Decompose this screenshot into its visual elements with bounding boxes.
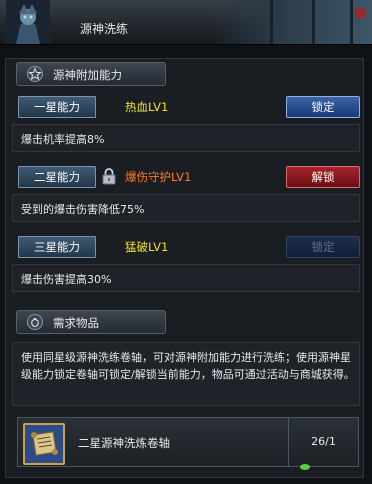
- section-title-abilities: 源神附加能力: [53, 68, 122, 82]
- ability-description-3: 爆击伤害提高30%: [12, 264, 360, 292]
- window-title: 源神洗练: [80, 22, 129, 36]
- unlock-button-2[interactable]: 解锁: [286, 166, 360, 188]
- ability-name-3: 猛破LV1: [125, 240, 169, 254]
- background-scene: [212, 0, 372, 44]
- description-text-1: 爆击机率提高8%: [21, 133, 105, 146]
- padlock-icon: [102, 168, 116, 185]
- description-text-3: 爆击伤害提高30%: [21, 273, 112, 286]
- lock-button-3: 锁定: [286, 236, 360, 258]
- ability-name-2: 爆伤守护LV1: [125, 170, 192, 184]
- character-portrait: [6, 0, 50, 44]
- section-header-requirements: 需求物品: [16, 310, 166, 334]
- lock-button-1[interactable]: 锁定: [286, 96, 360, 118]
- bag-icon: [27, 314, 43, 330]
- scroll-icon: [25, 425, 63, 463]
- title-bar: 源神洗练: [0, 0, 372, 45]
- star-icon: [27, 66, 43, 82]
- section-header-abilities: 源神附加能力: [16, 62, 166, 86]
- requirements-text: 使用同星级源神洗练卷轴，可对源神附加能力进行洗练；使用源神星级能力锁定卷轴可锁定…: [21, 351, 355, 381]
- item-slot[interactable]: [23, 423, 65, 465]
- item-name: 二星源神洗炼卷轴: [78, 436, 170, 450]
- section-title-requirements: 需求物品: [53, 316, 99, 330]
- star-2-tab[interactable]: 二星能力: [18, 166, 96, 188]
- description-text-2: 受到的爆击伤害降低75%: [21, 203, 145, 216]
- status-indicator: [300, 464, 310, 470]
- ability-description-1: 爆击机率提高8%: [12, 124, 360, 152]
- item-count: 26/1: [311, 435, 336, 448]
- star-3-tab[interactable]: 三星能力: [18, 236, 96, 258]
- ability-description-2: 受到的爆击伤害降低75%: [12, 194, 360, 222]
- star-1-tab[interactable]: 一星能力: [18, 96, 96, 118]
- requirements-description: 使用同星级源神洗练卷轴，可对源神附加能力进行洗练；使用源神星级能力锁定卷轴可锁定…: [12, 342, 360, 406]
- required-item-row[interactable]: 二星源神洗炼卷轴 26/1: [17, 417, 359, 467]
- ability-name-1: 热血LV1: [125, 100, 169, 114]
